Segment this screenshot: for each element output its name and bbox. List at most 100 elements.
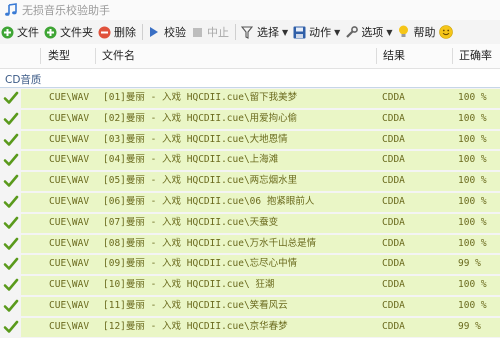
row-result: CDDA: [382, 279, 405, 291]
table-row[interactable]: CUE\WAV [12]曼丽 - 入戏 HQCDII.cue\京华春梦 CDDA…: [0, 317, 500, 338]
action-label: 动作: [309, 26, 332, 39]
row-rate: 100 %: [458, 195, 487, 207]
checkmark-icon: [3, 237, 19, 250]
checkmark-icon: [3, 112, 19, 125]
title-bar: 无损音乐校验助手: [0, 0, 500, 20]
row-result: CDDA: [382, 92, 405, 103]
help-button[interactable]: 帮助: [396, 21, 439, 43]
checkmark-icon: [3, 216, 19, 229]
toolbar-separator: [142, 24, 143, 40]
row-rate: 99 %: [458, 258, 481, 270]
row-rate: 100 %: [458, 216, 487, 228]
about-button[interactable]: [439, 21, 460, 43]
chevron-down-icon: ▼: [334, 27, 341, 37]
row-type: CUE\WAV: [49, 175, 90, 187]
row-filename: [07]曼丽 - 入戏 HQCDII.cue\天蚕变: [103, 216, 279, 228]
column-divider: [452, 48, 453, 64]
table-row[interactable]: CUE\WAV [09]曼丽 - 入戏 HQCDII.cue\忘尽心中情 CDD…: [0, 254, 500, 275]
column-divider: [40, 48, 41, 64]
row-filename: [03]曼丽 - 入戏 HQCDII.cue\大地恩情: [103, 133, 288, 145]
table-row[interactable]: CUE\WAV [04]曼丽 - 入戏 HQCDII.cue\上海滩 CDDA …: [0, 150, 500, 171]
table-row[interactable]: CUE\WAV [02]曼丽 - 入戏 HQCDII.cue\用爱拘心偷 CDD…: [0, 109, 500, 130]
table-row[interactable]: CUE\WAV [03]曼丽 - 入戏 HQCDII.cue\大地恩情 CDDA…: [0, 130, 500, 151]
row-type: CUE\WAV: [49, 112, 90, 124]
verify-button[interactable]: 校验: [147, 21, 190, 43]
group-header[interactable]: CD音质: [0, 69, 500, 88]
column-header-filename[interactable]: 文件名: [102, 44, 135, 68]
row-filename: [02]曼丽 - 入戏 HQCDII.cue\用爱拘心偷: [103, 112, 298, 124]
table-row[interactable]: CUE\WAV [01]曼丽 - 入戏 HQCDII.cue\留下我美梦 CDD…: [0, 88, 500, 109]
row-filename: [10]曼丽 - 入戏 HQCDII.cue\ 狂潮: [103, 279, 275, 291]
row-result: CDDA: [382, 258, 405, 270]
column-header-type[interactable]: 类型: [48, 44, 70, 68]
row-filename: [05]曼丽 - 入戏 HQCDII.cue\两忘烟水里: [103, 175, 298, 187]
lightbulb-icon: [396, 25, 410, 39]
add-folder-button[interactable]: 文件夹: [43, 21, 97, 43]
checkmark-icon: [3, 278, 19, 291]
group-label: CD音质: [5, 74, 42, 86]
action-dropdown-button[interactable]: 动作 ▼: [292, 21, 344, 43]
table-row[interactable]: CUE\WAV [08]曼丽 - 入戏 HQCDII.cue\万水千山总是情 C…: [0, 234, 500, 255]
row-type: CUE\WAV: [49, 258, 90, 270]
delete-label: 删除: [114, 26, 136, 39]
checkmark-icon: [3, 174, 19, 187]
checkmark-icon: [3, 320, 19, 333]
row-filename: [11]曼丽 - 入戏 HQCDII.cue\笑看风云: [103, 299, 288, 311]
add-file-button[interactable]: 文件: [0, 21, 43, 43]
row-type: CUE\WAV: [49, 216, 90, 228]
table-header: 类型 文件名 结果 正确率: [0, 44, 500, 69]
wrench-icon: [344, 25, 358, 39]
row-filename: [08]曼丽 - 入戏 HQCDII.cue\万水千山总是情: [103, 237, 317, 249]
add-file-label: 文件: [17, 26, 39, 39]
column-divider: [376, 48, 377, 64]
row-rate: 100 %: [458, 175, 487, 187]
row-result: CDDA: [382, 320, 405, 332]
verify-label: 校验: [164, 26, 186, 39]
row-type: CUE\WAV: [49, 320, 90, 332]
row-type: CUE\WAV: [49, 154, 90, 166]
row-rate: 100 %: [458, 299, 487, 311]
row-rate: 100 %: [458, 237, 487, 249]
table-row[interactable]: CUE\WAV [06]曼丽 - 入戏 HQCDII.cue\06 抱紧眼前人 …: [0, 192, 500, 213]
table-row[interactable]: CUE\WAV [10]曼丽 - 入戏 HQCDII.cue\ 狂潮 CDDA …: [0, 275, 500, 296]
window-title: 无损音乐校验助手: [22, 4, 110, 17]
smiley-icon: [439, 25, 454, 39]
stop-button[interactable]: 中止: [190, 21, 233, 43]
add-folder-label: 文件夹: [60, 26, 93, 39]
row-result: CDDA: [382, 216, 405, 228]
checkmark-icon: [3, 258, 19, 271]
options-dropdown-button[interactable]: 选项 ▼: [344, 21, 396, 43]
row-rate: 100 %: [458, 92, 487, 103]
row-rate: 99 %: [458, 320, 481, 332]
row-rate: 100 %: [458, 279, 487, 291]
row-type: CUE\WAV: [49, 279, 90, 291]
toolbar-separator: [235, 24, 236, 40]
row-result: CDDA: [382, 133, 405, 145]
table-row[interactable]: CUE\WAV [05]曼丽 - 入戏 HQCDII.cue\两忘烟水里 CDD…: [0, 171, 500, 192]
table-row[interactable]: CUE\WAV [11]曼丽 - 入戏 HQCDII.cue\笑看风云 CDDA…: [0, 296, 500, 317]
row-filename: [12]曼丽 - 入戏 HQCDII.cue\京华春梦: [103, 320, 288, 332]
toolbar: 文件 文件夹 删除 校验 中止 选择 ▼ 动作 ▼ 选项 ▼ 帮助: [0, 20, 500, 44]
row-rate: 100 %: [458, 154, 487, 166]
row-rate: 100 %: [458, 133, 487, 145]
row-rate: 100 %: [458, 112, 487, 124]
select-dropdown-button[interactable]: 选择 ▼: [240, 21, 292, 43]
stop-label: 中止: [207, 26, 229, 39]
table-row[interactable]: CUE\WAV [07]曼丽 - 入戏 HQCDII.cue\天蚕变 CDDA …: [0, 213, 500, 234]
checkmark-icon: [3, 133, 19, 146]
column-header-rate[interactable]: 正确率: [459, 44, 492, 68]
add-icon: [0, 25, 14, 39]
row-type: CUE\WAV: [49, 237, 90, 249]
checkmark-icon: [3, 154, 19, 167]
row-filename: [09]曼丽 - 入戏 HQCDII.cue\忘尽心中情: [103, 258, 298, 270]
stop-icon: [190, 25, 204, 39]
help-label: 帮助: [413, 26, 436, 39]
select-label: 选择: [257, 26, 279, 39]
remove-icon: [97, 25, 111, 39]
column-header-result[interactable]: 结果: [383, 44, 405, 68]
music-note-icon: [5, 3, 17, 16]
delete-button[interactable]: 删除: [97, 21, 140, 43]
row-result: CDDA: [382, 195, 405, 207]
checkmark-icon: [3, 299, 19, 312]
row-result: CDDA: [382, 175, 405, 187]
